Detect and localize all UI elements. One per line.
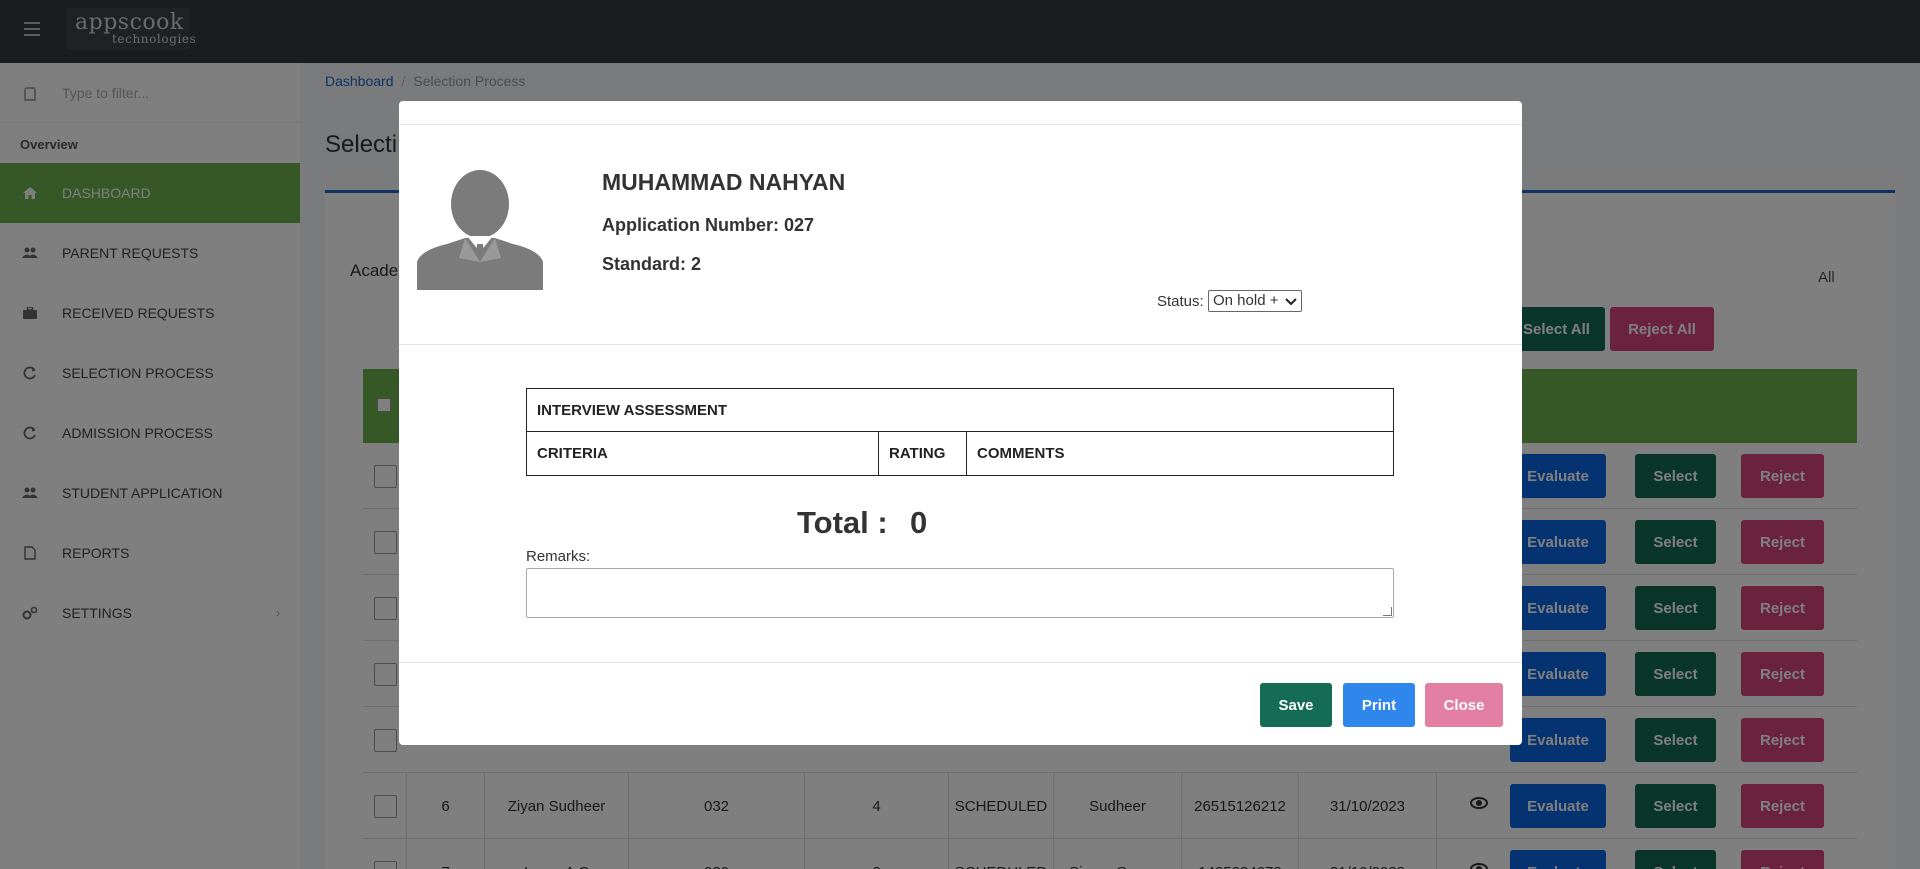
rating-header: RATING [879, 432, 967, 475]
total-value: 0 [910, 505, 928, 540]
application-number: Application Number: 027 [602, 215, 815, 235]
modal-divider [399, 344, 1522, 345]
remarks-label: Remarks: [526, 548, 591, 565]
student-name: MUHAMMAD NAHYAN [602, 169, 846, 195]
status-select-value: On hold + [1213, 292, 1279, 309]
status-label: Status: [1157, 293, 1204, 310]
chevron-down-icon [1285, 293, 1297, 313]
assessment-title: INTERVIEW ASSESSMENT [527, 389, 1393, 432]
print-button[interactable]: Print [1343, 683, 1415, 727]
student-standard: Standard: 2 [602, 254, 702, 274]
modal-divider [399, 662, 1522, 663]
status-select[interactable]: On hold + [1208, 290, 1302, 312]
comments-header: COMMENTS [977, 445, 1065, 462]
remarks-textarea[interactable] [526, 568, 1394, 618]
avatar [417, 162, 543, 290]
evaluation-modal: MUHAMMAD NAHYAN Application Number: 027 … [399, 101, 1522, 745]
close-button[interactable]: Close [1425, 683, 1503, 727]
interview-assessment-table: INTERVIEW ASSESSMENT CRITERIA RATING COM… [526, 388, 1394, 476]
total-label: Total : [797, 505, 888, 540]
resize-handle[interactable] [1383, 607, 1392, 616]
modal-header [399, 101, 1522, 125]
criteria-header: CRITERIA [527, 432, 879, 475]
save-button[interactable]: Save [1260, 683, 1332, 727]
